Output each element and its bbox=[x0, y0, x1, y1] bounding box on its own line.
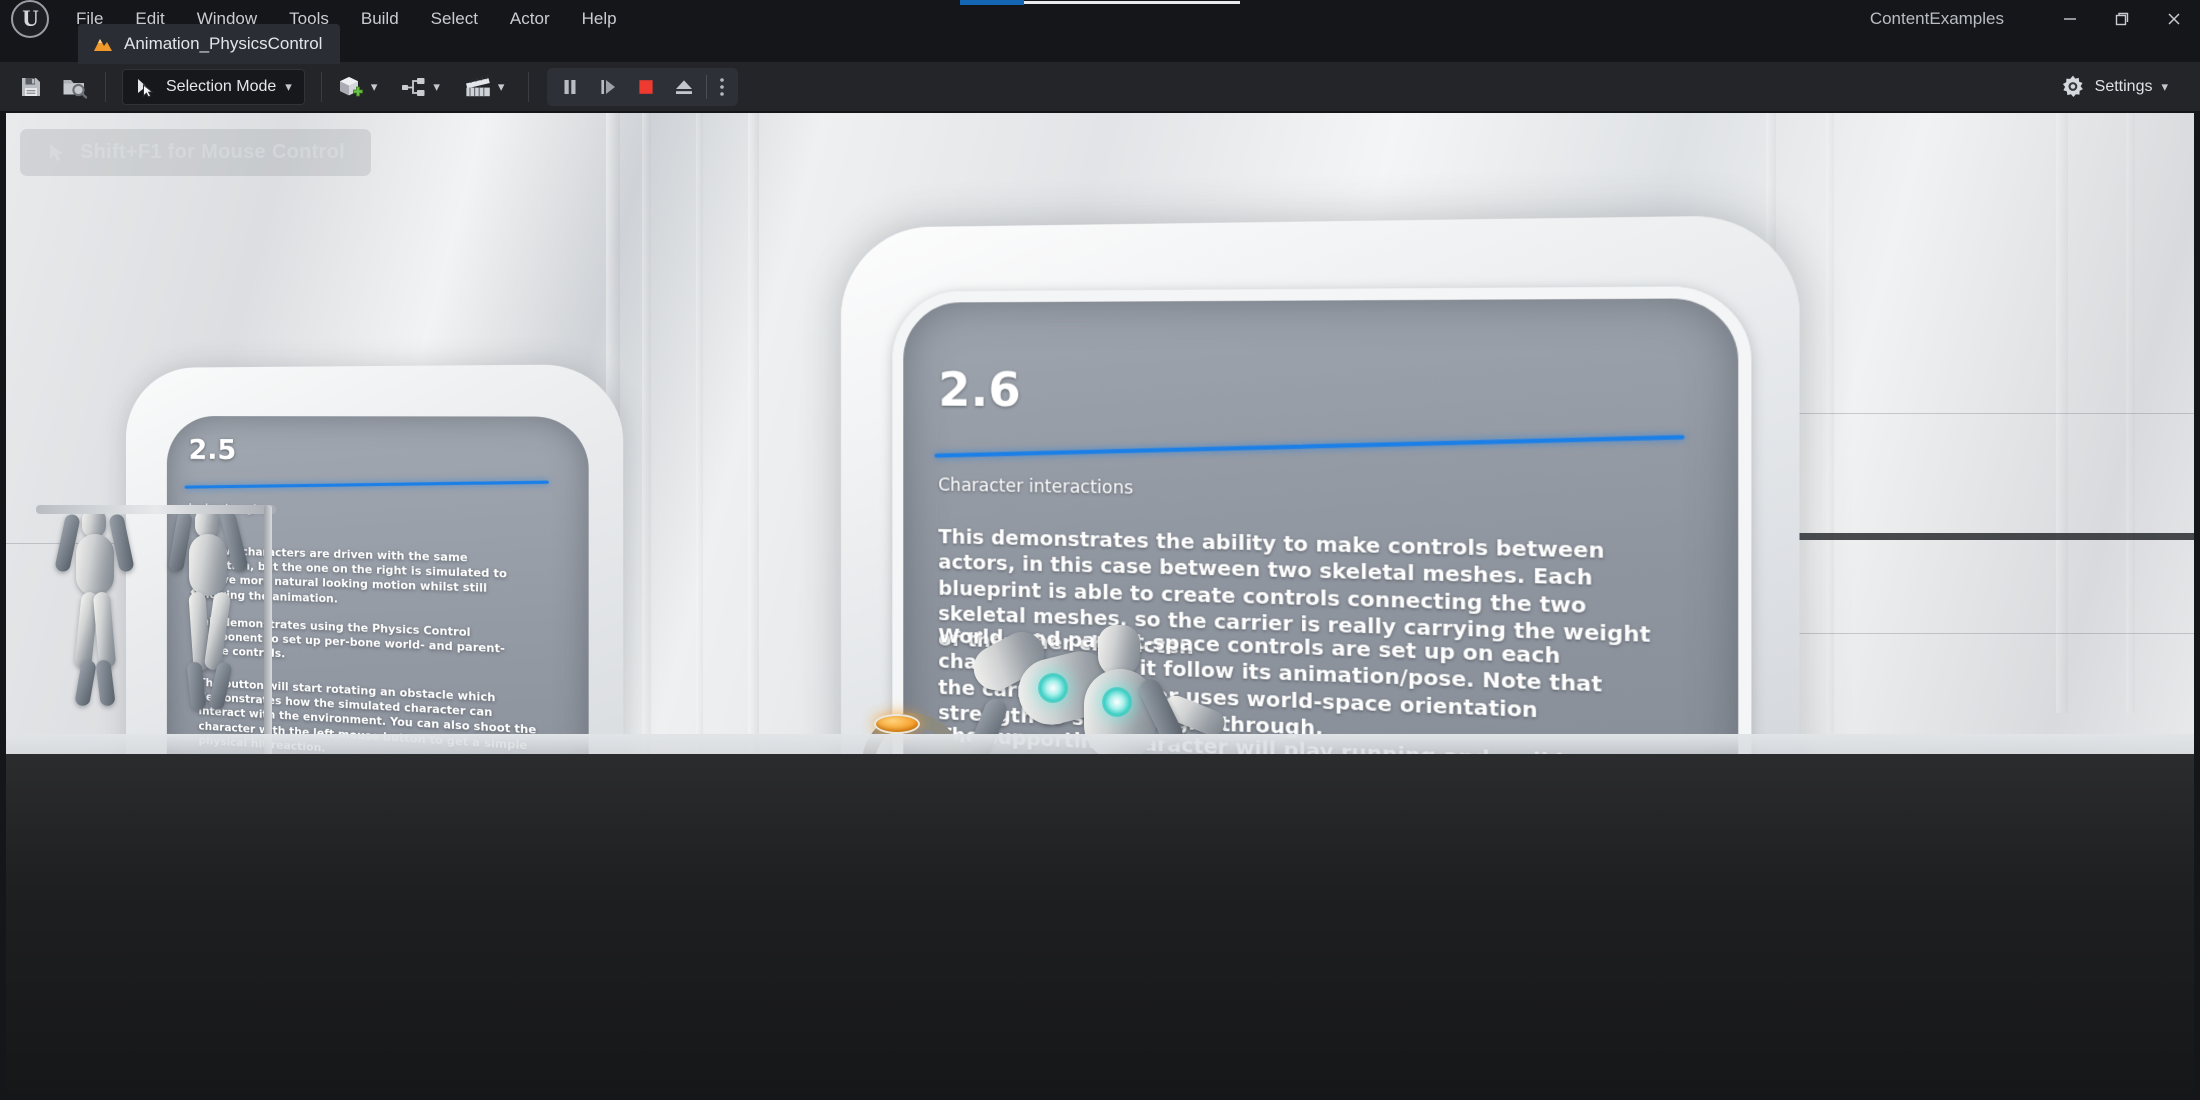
play-controls-divider bbox=[706, 74, 708, 99]
selection-mode-label: Selection Mode bbox=[166, 77, 277, 95]
ledge-bar bbox=[36, 505, 276, 514]
level-icon bbox=[92, 34, 114, 54]
unreal-logo-glyph: U bbox=[11, 0, 49, 38]
tab-animation-physicscontrol[interactable]: Animation_PhysicsControl bbox=[78, 24, 341, 64]
toolbar-divider-1 bbox=[105, 71, 106, 102]
restore-icon[interactable] bbox=[2096, 0, 2148, 38]
select-cursor-icon bbox=[135, 76, 157, 98]
sign-2-6-subtitle: Character interactions bbox=[938, 475, 1134, 499]
toolbar-file-group bbox=[0, 62, 97, 112]
level-viewport[interactable]: 2.5 Ledge hanging The two characters are… bbox=[6, 113, 2194, 1094]
cinematics-button[interactable]: ▾ bbox=[458, 68, 510, 106]
main-toolbar: Selection Mode ▾ ▾ ▾ ▾ Settings ▾ bbox=[0, 62, 2200, 112]
toolbar-divider-3 bbox=[528, 71, 530, 102]
selection-mode-dropdown[interactable]: Selection Mode ▾ bbox=[122, 68, 305, 105]
chevron-down-icon: ▾ bbox=[370, 79, 378, 94]
menu-item-help[interactable]: Help bbox=[566, 0, 633, 38]
menu-item-build[interactable]: Build bbox=[345, 0, 415, 38]
mouse-control-hint-label: Shift+F1 for Mouse Control bbox=[80, 141, 346, 163]
sign-2-6-rule bbox=[934, 434, 1685, 458]
browse-content-button[interactable] bbox=[56, 68, 94, 106]
sign-2-5-number: 2.5 bbox=[188, 434, 237, 467]
chevron-down-icon: ▾ bbox=[285, 79, 292, 94]
toolbar-right-group: Settings ▾ bbox=[2050, 68, 2200, 106]
top-strip-blue-segment bbox=[960, 0, 1024, 5]
window-title: ContentExamples bbox=[1869, 9, 2004, 28]
environment-floor bbox=[6, 754, 2194, 1094]
cursor-hint-icon bbox=[46, 142, 68, 164]
chevron-down-icon: ▾ bbox=[433, 79, 440, 94]
pause-button[interactable] bbox=[551, 70, 589, 104]
mouse-control-hint-toast: Shift+F1 for Mouse Control bbox=[20, 129, 372, 176]
tab-label: Animation_PhysicsControl bbox=[124, 34, 323, 53]
chevron-down-icon: ▾ bbox=[2161, 79, 2168, 94]
eject-button[interactable] bbox=[665, 70, 703, 104]
settings-label: Settings bbox=[2094, 77, 2153, 95]
close-icon[interactable] bbox=[2148, 0, 2200, 38]
top-strip-light-segment bbox=[1024, 1, 1240, 4]
unreal-logo: U bbox=[0, 0, 60, 38]
stop-button[interactable] bbox=[627, 70, 665, 104]
viewport-3d-scene: 2.5 Ledge hanging The two characters are… bbox=[6, 113, 2194, 1094]
blueprints-button[interactable]: ▾ bbox=[395, 68, 445, 106]
play-controls bbox=[547, 67, 739, 106]
menu-item-select[interactable]: Select bbox=[415, 0, 494, 38]
hanging-mannequin-left bbox=[54, 508, 138, 738]
carrier-chest-glow bbox=[1102, 687, 1132, 717]
sign-2-5-rule bbox=[184, 480, 549, 489]
unreal-editor-window: U File Edit Window Tools Build Select Ac… bbox=[0, 0, 2200, 1100]
window-controls bbox=[2044, 0, 2200, 38]
toolbar-divider-2 bbox=[320, 71, 322, 102]
settings-button[interactable]: Settings ▾ bbox=[2050, 68, 2178, 106]
minimize-icon[interactable] bbox=[2044, 0, 2096, 38]
title-bar-drag-area[interactable] bbox=[633, 0, 1870, 38]
hanging-mannequin-right bbox=[167, 508, 251, 738]
frame-advance-button[interactable] bbox=[589, 70, 627, 104]
orange-press-button[interactable] bbox=[874, 714, 920, 734]
play-options-kebab-icon[interactable] bbox=[710, 70, 734, 104]
toolbar-create-group: ▾ ▾ ▾ bbox=[330, 62, 513, 112]
chevron-down-icon: ▾ bbox=[497, 79, 505, 94]
add-actor-button[interactable]: ▾ bbox=[333, 68, 383, 106]
save-button[interactable] bbox=[12, 68, 50, 106]
gear-icon bbox=[2060, 74, 2086, 100]
sign-2-6-number: 2.6 bbox=[938, 362, 1021, 418]
menu-item-actor[interactable]: Actor bbox=[494, 0, 566, 38]
